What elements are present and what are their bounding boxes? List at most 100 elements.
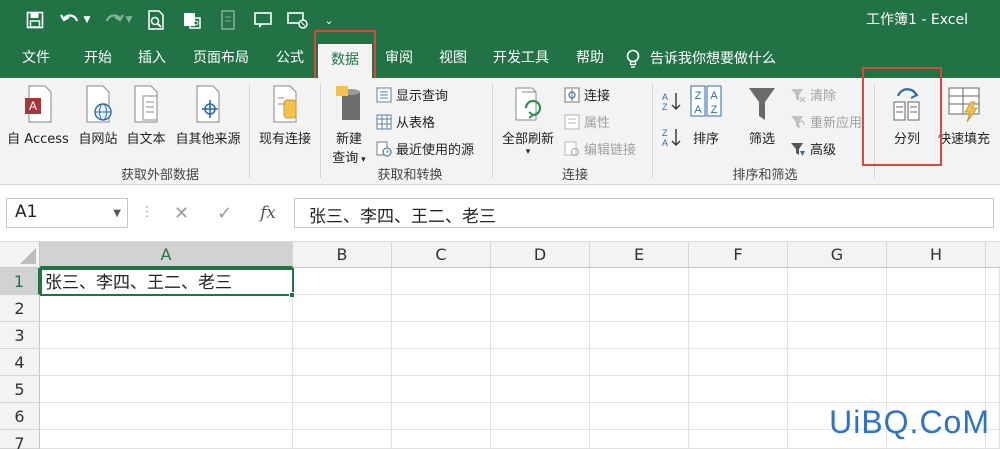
- grid-cell[interactable]: [986, 268, 1000, 295]
- grid-cell[interactable]: [590, 295, 689, 322]
- grid-cell[interactable]: [40, 430, 293, 449]
- grid-cell[interactable]: [887, 376, 986, 403]
- grid-cell[interactable]: [788, 295, 887, 322]
- tab-help[interactable]: 帮助: [562, 40, 618, 78]
- grid-cell[interactable]: [590, 349, 689, 376]
- grid-cell[interactable]: [590, 322, 689, 349]
- worksheet-grid[interactable]: A B C D E F G H 1 2 3 4 5 6 7 张三、李四、王二、老…: [0, 242, 1000, 449]
- grid-cell[interactable]: [40, 376, 293, 403]
- grid-cell[interactable]: [293, 403, 392, 430]
- grid-cell[interactable]: [293, 430, 392, 449]
- grid-cell[interactable]: [986, 322, 1000, 349]
- grid-cell[interactable]: [491, 349, 590, 376]
- grid-cell[interactable]: [590, 430, 689, 449]
- grid-cell[interactable]: [491, 268, 590, 295]
- cell-a1[interactable]: 张三、李四、王二、老三: [40, 268, 294, 296]
- grid-cell[interactable]: [590, 268, 689, 295]
- column-header-d[interactable]: D: [491, 242, 590, 268]
- flash-fill-button[interactable]: 快速填充: [934, 84, 994, 147]
- grid-cell[interactable]: [491, 322, 590, 349]
- tab-developer[interactable]: 开发工具: [482, 40, 560, 78]
- grid-cell[interactable]: [293, 376, 392, 403]
- grid-cell[interactable]: [392, 322, 491, 349]
- edit-links-button[interactable]: 编辑链接: [564, 139, 636, 158]
- grid-cell[interactable]: [689, 322, 788, 349]
- from-other-sources-button[interactable]: 自其他来源: [170, 84, 246, 147]
- column-header-c[interactable]: C: [392, 242, 491, 268]
- tab-formulas[interactable]: 公式: [262, 40, 318, 78]
- grid-cell[interactable]: [689, 349, 788, 376]
- grid-cell[interactable]: [689, 376, 788, 403]
- reapply-button[interactable]: 重新应用: [790, 112, 862, 131]
- cancel-icon[interactable]: ✕: [174, 203, 189, 224]
- row-header-2[interactable]: 2: [0, 295, 40, 322]
- grid-cell[interactable]: [689, 268, 788, 295]
- tab-home[interactable]: 开始: [70, 40, 126, 78]
- row-header-1[interactable]: 1: [0, 268, 40, 295]
- grid-cell[interactable]: [986, 376, 1000, 403]
- tab-view[interactable]: 视图: [426, 40, 480, 78]
- grid-cell[interactable]: [40, 295, 293, 322]
- column-header-e[interactable]: E: [590, 242, 689, 268]
- grid-cell[interactable]: [788, 376, 887, 403]
- undo-icon[interactable]: ▼: [58, 6, 92, 34]
- customize-qat-button[interactable]: ⌄: [320, 6, 338, 34]
- name-box[interactable]: A1 ▼: [6, 198, 128, 228]
- grid-cell[interactable]: [293, 268, 392, 295]
- existing-connections-button[interactable]: 现有连接: [254, 84, 316, 147]
- grid-cell[interactable]: [491, 430, 590, 449]
- save-icon[interactable]: [22, 6, 48, 34]
- grid-cell[interactable]: [491, 376, 590, 403]
- from-table-button[interactable]: 从表格: [376, 112, 435, 131]
- grid-cell[interactable]: [986, 349, 1000, 376]
- advanced-filter-button[interactable]: 高级: [790, 139, 836, 158]
- tab-data[interactable]: 数据: [318, 44, 372, 78]
- row-header-3[interactable]: 3: [0, 322, 40, 349]
- macro-icon[interactable]: [180, 6, 204, 34]
- grid-cell[interactable]: [689, 295, 788, 322]
- show-queries-button[interactable]: 显示查询: [376, 85, 448, 104]
- grid-cell[interactable]: [392, 295, 491, 322]
- enter-icon[interactable]: ✓: [217, 203, 232, 224]
- from-text-button[interactable]: 自文本: [122, 84, 170, 147]
- grid-cell[interactable]: [986, 295, 1000, 322]
- refresh-all-button[interactable]: 全部刷新 ▾: [498, 84, 558, 157]
- formula-input[interactable]: 张三、李四、王二、老三: [294, 198, 994, 228]
- document-icon[interactable]: [216, 6, 240, 34]
- row-header-5[interactable]: 5: [0, 376, 40, 403]
- grid-cell[interactable]: [788, 268, 887, 295]
- redo-icon[interactable]: ▼: [100, 6, 134, 34]
- grid-cell[interactable]: [887, 349, 986, 376]
- filter-button[interactable]: 筛选: [742, 84, 782, 147]
- tab-review[interactable]: 审阅: [372, 40, 426, 78]
- grid-cell[interactable]: [788, 349, 887, 376]
- grid-cell[interactable]: [392, 376, 491, 403]
- column-header-f[interactable]: F: [689, 242, 788, 268]
- column-header-h[interactable]: H: [887, 242, 986, 268]
- grid-cell[interactable]: [392, 403, 491, 430]
- from-web-button[interactable]: 自网站: [74, 84, 122, 147]
- from-access-button[interactable]: A 自 Access: [4, 84, 72, 147]
- grid-cell[interactable]: [392, 349, 491, 376]
- tell-me-box[interactable]: 告诉我你想要做什么: [626, 40, 804, 78]
- column-header-partial[interactable]: [986, 242, 1000, 268]
- row-header-6[interactable]: 6: [0, 403, 40, 430]
- clear-filter-button[interactable]: 清除: [790, 85, 836, 104]
- select-all-button[interactable]: [0, 242, 40, 268]
- grid-cell[interactable]: [689, 430, 788, 449]
- grid-cell[interactable]: [887, 295, 986, 322]
- row-header-7[interactable]: 7: [0, 430, 40, 449]
- grid-cell[interactable]: [590, 376, 689, 403]
- grid-cell[interactable]: [590, 403, 689, 430]
- properties-button[interactable]: 属性: [564, 112, 610, 131]
- connections-button[interactable]: 连接: [564, 85, 610, 104]
- sort-ascending-button[interactable]: AZ: [660, 90, 682, 112]
- column-header-g[interactable]: G: [788, 242, 887, 268]
- row-header-4[interactable]: 4: [0, 349, 40, 376]
- grid-cell[interactable]: [392, 430, 491, 449]
- grid-cell[interactable]: [40, 322, 293, 349]
- recent-sources-button[interactable]: 最近使用的源: [376, 139, 474, 158]
- comment-icon[interactable]: [252, 6, 276, 34]
- tab-insert[interactable]: 插入: [124, 40, 180, 78]
- grid-cell[interactable]: [491, 295, 590, 322]
